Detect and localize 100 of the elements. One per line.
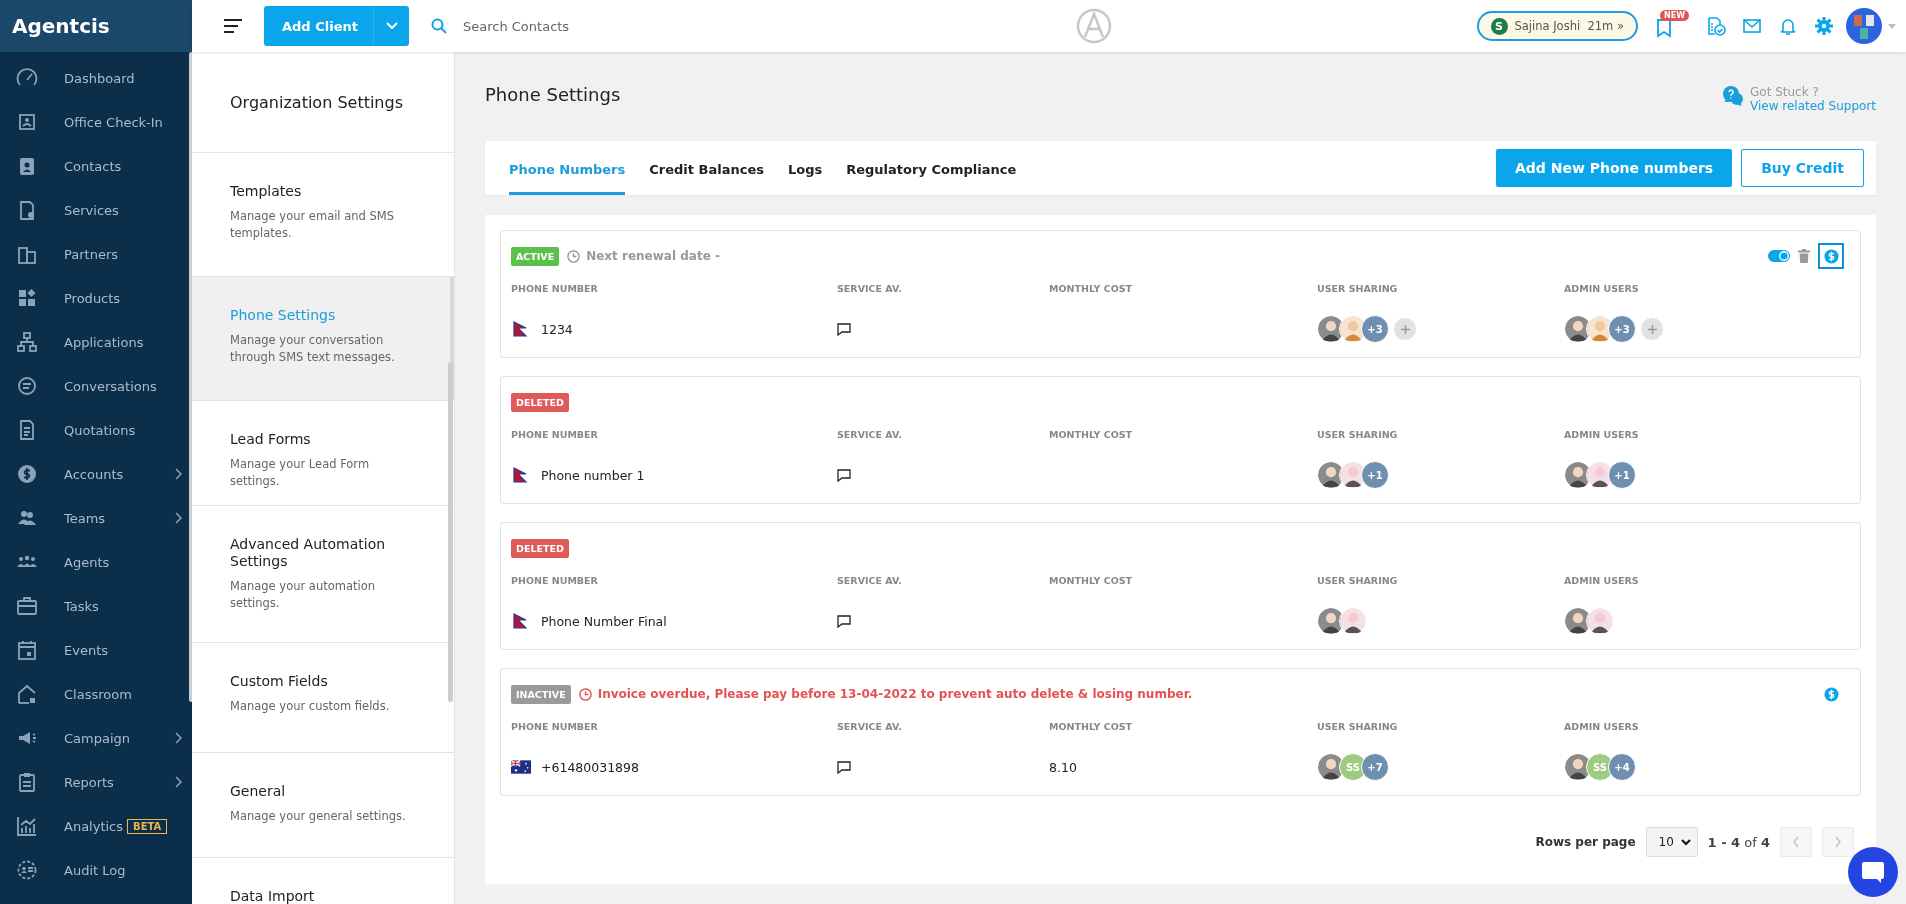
bell-icon[interactable] <box>1778 16 1798 36</box>
sidebar-item[interactable]: Applications <box>0 320 192 364</box>
sidebar-item[interactable]: Teams <box>0 496 192 540</box>
panel-title: Organization Settings <box>192 52 454 153</box>
column-label: MONTHLY COST <box>1049 575 1134 588</box>
sidebar-item[interactable]: Tasks <box>0 584 192 628</box>
timer-label: Sajina Joshi 21m » <box>1514 19 1624 33</box>
message-icon <box>837 760 851 774</box>
add-user-button[interactable] <box>1640 317 1664 341</box>
settings-item[interactable]: General Manage your general settings. <box>192 753 454 858</box>
caret-down-icon <box>1680 838 1691 846</box>
column-label: SERVICE AV. <box>837 429 903 442</box>
chat-bubble-icon <box>16 375 38 397</box>
toggle-switch[interactable] <box>1768 250 1790 262</box>
sidebar-label: Campaign <box>64 730 131 746</box>
add-user-button[interactable] <box>1393 317 1417 341</box>
sidebar-label: Reports <box>64 774 114 790</box>
settings-item[interactable]: Data Import <box>192 858 454 904</box>
sidebar-item[interactable]: Agents <box>0 540 192 584</box>
grid-icon <box>16 287 38 309</box>
status-badge: ACTIVE <box>511 246 560 266</box>
column-label: ADMIN USERS <box>1564 721 1640 734</box>
message-icon <box>837 468 851 482</box>
column-label: ADMIN USERS <box>1564 575 1640 588</box>
sidebar-label: Partners <box>64 246 119 262</box>
chat-button[interactable] <box>1848 847 1898 897</box>
sidebar-item[interactable]: Partners <box>0 232 192 276</box>
column-label: SERVICE AV. <box>837 721 903 734</box>
person-check-in-icon <box>16 111 38 133</box>
sidebar-label: Services <box>64 202 119 218</box>
scrollbar-thumb[interactable] <box>448 362 453 702</box>
document-check-icon[interactable] <box>1706 16 1726 36</box>
status-badge: INACTIVE <box>511 684 571 704</box>
column-label: PHONE NUMBER <box>511 283 599 296</box>
logo-icon <box>1075 8 1112 44</box>
mail-icon[interactable] <box>1742 16 1762 36</box>
timer-pill[interactable]: S Sajina Joshi 21m » <box>1476 11 1638 41</box>
sidebar-label: Conversations <box>64 378 157 394</box>
sidebar-item[interactable]: Campaign <box>0 716 192 760</box>
sidebar-item[interactable]: Products <box>0 276 192 320</box>
sidebar-label: Office Check-In <box>64 114 163 130</box>
tab[interactable]: Logs <box>787 141 823 195</box>
rows-select[interactable]: 10 <box>1645 827 1698 857</box>
trash-icon[interactable] <box>1798 249 1810 263</box>
bookmark-icon[interactable] <box>1654 18 1674 38</box>
settings-icon[interactable] <box>1814 16 1834 36</box>
help-text: Got Stuck ? <box>1750 85 1820 99</box>
chevron-right-icon <box>1834 836 1842 848</box>
menu-icon[interactable] <box>224 19 242 33</box>
settings-item-title: Phone Settings <box>230 307 337 324</box>
tab[interactable]: Regulatory Compliance <box>846 141 1017 195</box>
phone-number: Phone Number Final <box>541 613 667 629</box>
sidebar-item[interactable]: Quotations <box>0 408 192 452</box>
sidebar-item[interactable]: Reports <box>0 760 192 804</box>
status-badge: DELETED <box>511 392 569 412</box>
sidebar-label: Events <box>64 642 108 658</box>
column-label: ADMIN USERS <box>1564 429 1640 442</box>
settings-item-description: Manage your email and SMS templates. <box>230 207 396 243</box>
sidebar-item[interactable]: Analytics BETA <box>0 804 192 848</box>
sidebar-item[interactable]: Services <box>0 188 192 232</box>
sidebar-item[interactable]: Accounts <box>0 452 192 496</box>
caret-down-icon[interactable] <box>1888 23 1896 29</box>
user-initial-icon: S <box>1490 17 1508 35</box>
sidebar-item[interactable]: Contacts <box>0 144 192 188</box>
settings-item-title: Data Import <box>230 888 316 904</box>
column-label: PHONE NUMBER <box>511 721 599 734</box>
settings-item[interactable]: Phone Settings Manage your conversation through SMS text messages. <box>192 277 454 401</box>
plus-icon <box>1646 323 1658 335</box>
tab[interactable]: Credit Balances <box>649 141 764 195</box>
column-label: ADMIN USERS <box>1564 283 1640 296</box>
column-label: SERVICE AV. <box>837 283 903 296</box>
sidebar-item[interactable]: Conversations <box>0 364 192 408</box>
sidebar-label: Contacts <box>64 158 122 174</box>
message-icon <box>837 322 851 336</box>
new-badge: NEW <box>1660 10 1689 21</box>
sidebar-label: Applications <box>64 334 144 350</box>
warning-text: Invoice overdue, Please pay before 13-04-2022 to prevent auto delete & losing number. <box>597 687 1193 701</box>
column-label: PHONE NUMBER <box>511 429 599 442</box>
sidebar-label: Analytics <box>64 818 124 834</box>
flow-icon <box>16 331 38 353</box>
brand-logo[interactable]: Agentcis <box>0 0 192 52</box>
column-label: USER SHARING <box>1317 283 1399 296</box>
dollar-circle-icon <box>1823 248 1839 264</box>
house-icon <box>16 683 38 705</box>
chevron-left-icon <box>1792 836 1800 848</box>
billing-button[interactable] <box>1818 243 1844 269</box>
settings-item-title: Lead Forms <box>230 431 312 448</box>
chat-bubble-icon <box>1861 861 1885 883</box>
sidebar-item[interactable]: Office Check-In <box>0 100 192 144</box>
user-avatar <box>1339 607 1367 635</box>
clipboard-icon <box>16 771 38 793</box>
sidebar-item[interactable]: Dashboard <box>0 56 192 100</box>
user-avatar[interactable] <box>1846 8 1882 44</box>
sidebar-label: Agents <box>64 554 110 570</box>
sidebar-item[interactable]: Audit Log <box>0 848 192 892</box>
sidebar-item[interactable]: Classroom <box>0 672 192 716</box>
clock-alert-icon <box>578 687 592 701</box>
column-label: MONTHLY COST <box>1049 721 1134 734</box>
sidebar-item[interactable]: Events <box>0 628 192 672</box>
calendar-icon <box>16 639 38 661</box>
